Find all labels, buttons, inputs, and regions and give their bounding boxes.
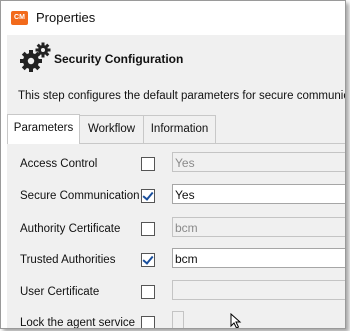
lock-agent-service-checkbox[interactable] <box>141 316 155 328</box>
trusted-authorities-checkbox[interactable] <box>141 253 155 267</box>
lock-agent-service-field[interactable] <box>172 311 184 328</box>
secure-communication-field[interactable]: Yes <box>172 184 345 204</box>
param-label: User Certificate <box>20 286 100 298</box>
authority-certificate-field[interactable]: bcm <box>172 217 345 237</box>
page-description: This step configures the default paramet… <box>18 90 346 102</box>
param-row-lock-agent-service: Lock the agent service <box>7 311 345 329</box>
secure-communication-checkbox[interactable] <box>141 189 155 203</box>
mouse-pointer-icon <box>230 313 242 328</box>
param-row-access-control: Access Control Yes <box>7 152 345 178</box>
page-title: Security Configuration <box>54 52 184 66</box>
tab-information[interactable]: Information <box>143 115 216 143</box>
param-label: Lock the agent service <box>20 317 136 329</box>
app-icon: CM <box>11 11 28 25</box>
access-control-field[interactable]: Yes <box>172 152 345 172</box>
window-title: Properties <box>36 10 96 25</box>
gears-icon <box>20 42 51 72</box>
user-certificate-field[interactable] <box>172 280 345 300</box>
param-row-user-certificate: User Certificate <box>7 280 345 306</box>
title-bar[interactable]: CM Properties <box>1 1 345 35</box>
tab-workflow[interactable]: Workflow <box>79 115 144 143</box>
trusted-authorities-field[interactable]: bcm <box>172 248 345 268</box>
param-label: Access Control <box>20 158 98 170</box>
param-row-authority-certificate: Authority Certificate bcm <box>7 217 345 243</box>
authority-certificate-checkbox[interactable] <box>141 222 155 236</box>
param-label: Trusted Authorities <box>20 254 116 266</box>
param-label: Secure Communication <box>20 190 140 202</box>
wizard-header: Security Configuration This step configu… <box>7 35 345 119</box>
param-label: Authority Certificate <box>20 223 121 235</box>
user-certificate-checkbox[interactable] <box>141 285 155 299</box>
access-control-checkbox[interactable] <box>141 157 155 171</box>
parameters-panel: Access Control Yes Secure Communication … <box>7 144 345 328</box>
properties-window: CM Properties Security Configuration Thi… <box>0 0 346 329</box>
param-row-trusted-authorities: Trusted Authorities bcm <box>7 248 345 274</box>
param-row-secure-communication: Secure Communication Yes <box>7 184 345 210</box>
tab-parameters[interactable]: Parameters <box>7 114 80 144</box>
tab-strip: Parameters Workflow Information <box>7 114 345 144</box>
